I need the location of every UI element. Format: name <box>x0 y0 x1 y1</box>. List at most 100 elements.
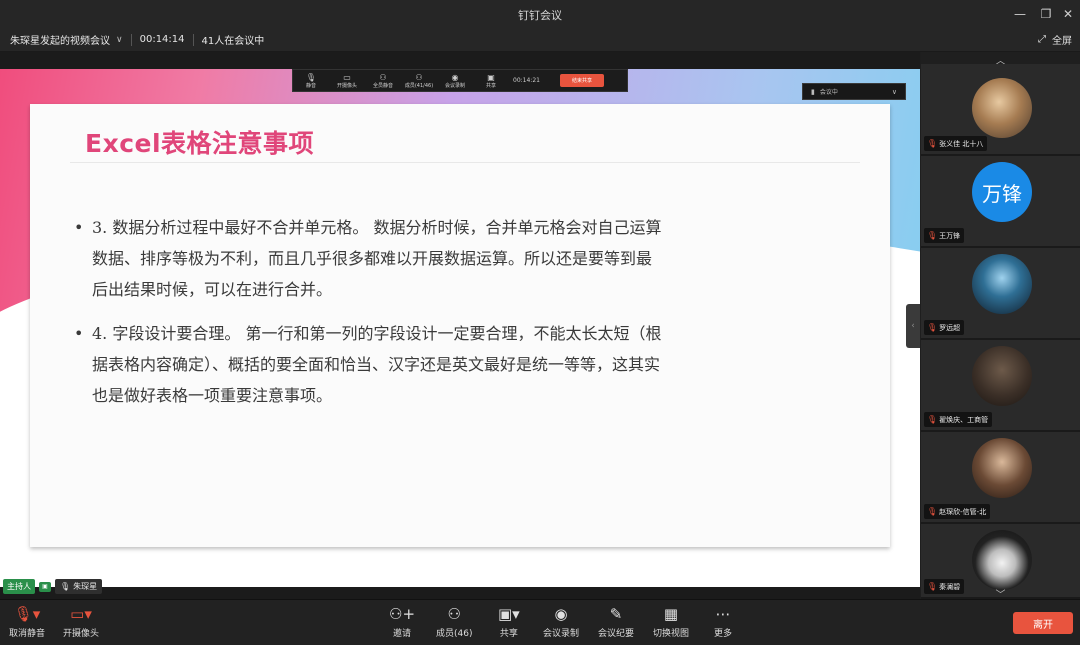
avatar <box>972 254 1032 314</box>
share-record-label: 会议录制 <box>444 82 465 89</box>
participant-name: 翟焕庆、工商管 <box>939 415 989 424</box>
participant-tile[interactable]: 🎙 翟焕庆、工商管 <box>921 340 1080 432</box>
participant-name: 赵琛欣-信管-北 <box>939 507 987 516</box>
share-time: 00:14:21 <box>513 77 540 84</box>
unmute-button[interactable]: 🎙▾ 取消静音 <box>9 605 45 639</box>
members-icon: ⚇ <box>447 605 461 623</box>
record-icon: ◉ <box>451 72 459 82</box>
share-members-button: ⚇ 成员(41/46) <box>401 70 437 91</box>
stop-share-button: 结束共享 <box>559 74 604 87</box>
close-icon[interactable]: ✕ <box>1058 4 1078 24</box>
participant-name: 王万锋 <box>939 231 961 240</box>
signal-icon: ▮ <box>811 87 815 96</box>
participant-tile[interactable]: 🎙 赵琛欣-信管-北 <box>921 432 1080 524</box>
fullscreen-label: 全屏 <box>1052 36 1072 47</box>
participant-label: 🎙 赵琛欣-信管-北 <box>924 504 991 519</box>
camera-button[interactable]: ▭▾ 开摄像头 <box>63 605 99 639</box>
fullscreen-button[interactable]: ⤢ 全屏 <box>1038 32 1072 47</box>
record-icon: ◉ <box>554 605 568 623</box>
collapse-panel-handle[interactable]: ‹ <box>906 304 920 348</box>
participant-label: 🎙 翟焕庆、工商管 <box>924 412 993 427</box>
host-name-tag: 🎙 朱琛星 <box>55 579 103 594</box>
share-mute-button: 🎙 静音 <box>293 70 329 91</box>
minimize-icon[interactable]: — <box>1010 4 1030 24</box>
bullet-dot: • <box>74 218 84 237</box>
more-icon: ⋯ <box>715 605 731 623</box>
share-camera-button: ▭ 开摄像头 <box>329 70 365 91</box>
slide-content-card: Excel表格注意事项 • 3. 数据分析过程中最好不合并单元格。 数据分析时候… <box>30 104 890 547</box>
meeting-status-badge: ▮ 会议中 ∨ <box>802 83 906 100</box>
share-mute-label: 静音 <box>305 82 316 89</box>
maximize-icon[interactable]: ❐ <box>1036 4 1056 24</box>
attendee-count: 41人在会议中 <box>201 36 265 47</box>
bullet-dot: • <box>74 324 84 343</box>
host-tag: 主持人 <box>3 579 35 594</box>
mute-all-icon: ⚇ <box>379 72 387 82</box>
presentation-slide: Excel表格注意事项 • 3. 数据分析过程中最好不合并单元格。 数据分析时候… <box>0 69 920 587</box>
pen-icon: ✎ <box>609 605 623 623</box>
mic-off-icon: 🎙 <box>927 231 938 240</box>
title-bar: 钉钉会议 — ❐ ✕ <box>0 0 1080 28</box>
share-record-button: ◉ 会议录制 <box>437 70 473 91</box>
members-button[interactable]: ⚇ 成员(46) <box>436 605 472 639</box>
mic-off-icon: 🎙▾ <box>13 605 41 623</box>
minutes-label: 会议纪要 <box>598 629 635 639</box>
mic-off-icon: 🎙 <box>927 139 938 148</box>
leave-button[interactable]: 离开 <box>1013 612 1073 634</box>
meeting-name[interactable]: 朱琛星发起的视频会议 <box>10 32 110 47</box>
grid-icon: ▦ <box>663 605 679 623</box>
share-members-label: 成员(41/46) <box>404 82 434 89</box>
bullet-text: 4. 字段设计要合理。 第一行和第一列的字段设计一定要合理，不能太长太短（根据表… <box>92 324 662 405</box>
mic-icon: 🎙 <box>60 582 71 591</box>
participant-name: 罗远超 <box>939 323 961 332</box>
avatar <box>972 438 1032 498</box>
avatar: 万锋 <box>972 162 1032 222</box>
record-label: 会议录制 <box>543 629 580 639</box>
participant-sidebar: ︿ 🎙 张义佳 北十八 万锋 🎙 王万锋 🎙 罗远超 🎙 翟焕庆、工商管 🎙 赵… <box>921 52 1080 601</box>
minutes-button[interactable]: ✎ 会议纪要 <box>598 605 634 639</box>
share-mute-all-button: ⚇ 全员静音 <box>365 70 401 91</box>
members-icon: ⚇ <box>415 72 423 82</box>
shared-screen: Excel表格注意事项 • 3. 数据分析过程中最好不合并单元格。 数据分析时候… <box>0 52 920 599</box>
bullet-text: 3. 数据分析过程中最好不合并单元格。 数据分析时候，合并单元格会对自己运算数据… <box>92 218 662 299</box>
mic-off-icon: 🎙 <box>927 323 938 332</box>
camera-off-icon: ▭▾ <box>70 605 92 623</box>
mic-off-icon: 🎙 <box>927 507 938 516</box>
invite-label: 邀请 <box>393 629 412 639</box>
divider <box>130 33 132 46</box>
share-share-button: ▣ 共享 <box>473 70 509 91</box>
app-title: 钉钉会议 <box>518 9 562 22</box>
camera-label: 开摄像头 <box>63 629 100 639</box>
meeting-info-bar: 朱琛星发起的视频会议 ∨ 00:14:14 41人在会议中 ⤢ 全屏 <box>0 28 1080 52</box>
participant-label: 🎙 张义佳 北十八 <box>924 136 988 151</box>
meeting-toolbar: 🎙▾ 取消静音 ▭▾ 开摄像头 ⚇+ 邀请 ⚇ 成员(46) ▣▾ 共享 ◉ 会… <box>0 599 1080 645</box>
share-button[interactable]: ▣▾ 共享 <box>498 605 520 639</box>
heading-divider <box>70 162 860 163</box>
mic-icon: 🎙 <box>305 72 317 82</box>
camera-icon: ▭ <box>343 72 351 82</box>
unmute-label: 取消静音 <box>9 629 46 639</box>
share-label: 共享 <box>499 629 518 639</box>
switch-view-button[interactable]: ▦ 切换视图 <box>653 605 689 639</box>
switch-view-label: 切换视图 <box>653 629 690 639</box>
elapsed-time: 00:14:14 <box>139 34 185 45</box>
more-button[interactable]: ⋯ 更多 <box>714 605 732 639</box>
status-text: 会议中 <box>819 89 838 96</box>
more-label: 更多 <box>714 629 733 639</box>
participant-tile[interactable]: 🎙 张义佳 北十八 <box>921 64 1080 156</box>
avatar <box>972 530 1032 590</box>
add-user-icon: ⚇+ <box>389 605 416 623</box>
record-button[interactable]: ◉ 会议录制 <box>543 605 579 639</box>
slide-heading: Excel表格注意事项 <box>85 129 315 158</box>
chevron-down-icon: ∨ <box>891 87 897 96</box>
invite-button[interactable]: ⚇+ 邀请 <box>389 605 415 639</box>
participant-tile[interactable]: 🎙 罗远超 <box>921 248 1080 340</box>
participant-tile[interactable]: 万锋 🎙 王万锋 <box>921 156 1080 248</box>
mic-off-icon: 🎙 <box>927 415 938 424</box>
share-screen-icon: ▣▾ <box>498 605 520 623</box>
chevron-down-icon[interactable]: ∨ <box>116 35 123 45</box>
divider <box>192 33 194 46</box>
share-mute-all-label: 全员静音 <box>372 82 393 89</box>
expand-icon: ⤢ <box>1038 34 1046 45</box>
screen-share-icon: ▣ <box>39 581 51 592</box>
